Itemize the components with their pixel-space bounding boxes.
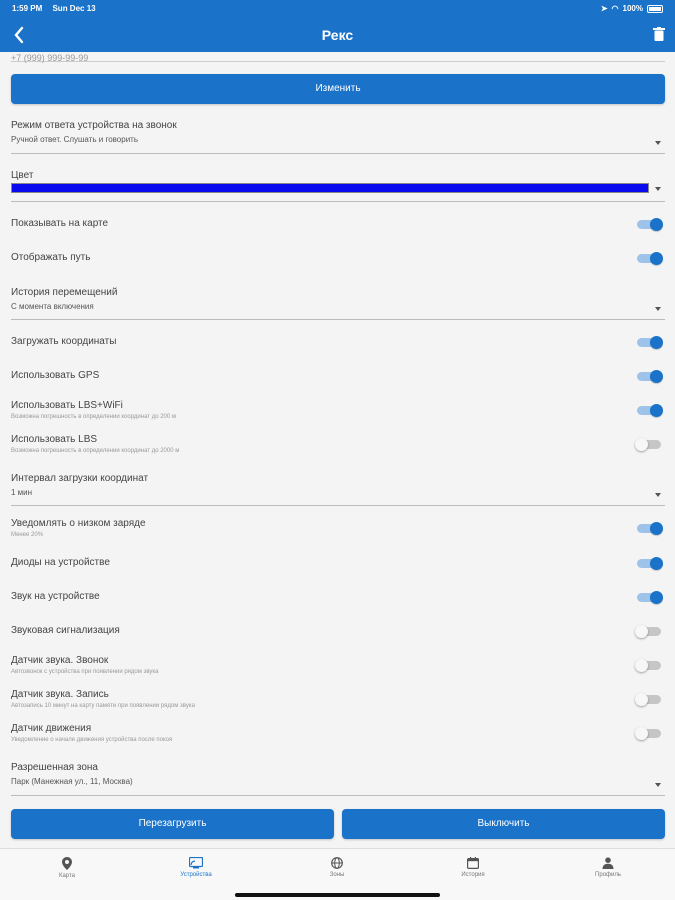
status-time: 1:59 PM xyxy=(12,4,43,13)
color-swatch xyxy=(11,183,649,193)
reboot-button[interactable]: Перезагрузить xyxy=(11,809,334,839)
chevron-down-icon xyxy=(655,493,661,497)
gps-toggle[interactable] xyxy=(637,370,663,383)
toggle-label: Использовать LBS xyxy=(11,434,98,445)
toggle-label: Датчик звука. Звонок xyxy=(11,655,109,666)
history-select[interactable]: История перемещений С момента включения xyxy=(11,287,665,320)
tab-label: История xyxy=(461,872,485,878)
toggle-row-lbs: Использовать LBS Возможна погрешность в … xyxy=(11,434,665,454)
change-button[interactable]: Изменить xyxy=(11,74,665,104)
toggle-sublabel: Уведомление о начале движения устройства… xyxy=(11,737,173,743)
tab-label: Карта xyxy=(58,873,76,879)
device-sound-toggle[interactable] xyxy=(637,591,663,604)
toggle-row-device-sound: Звук на устройстве xyxy=(11,591,665,604)
toggle-label: Использовать LBS+WiFi xyxy=(11,400,123,411)
show-path-toggle[interactable] xyxy=(637,252,663,265)
low-battery-toggle[interactable] xyxy=(637,522,663,535)
settings-content: +7 (999) 999-99-99 Изменить Режим ответа… xyxy=(0,52,675,848)
toggle-label: Датчик звука. Запись xyxy=(11,689,109,700)
zone-label: Разрешенная зона xyxy=(11,762,98,773)
globe-icon xyxy=(331,857,343,869)
toggle-row-motion: Датчик движения Уведомление о начале дви… xyxy=(11,723,665,743)
toggle-label: Звуковая сигнализация xyxy=(11,625,120,636)
delete-button[interactable] xyxy=(653,27,665,41)
status-date: Sun Dec 13 xyxy=(52,4,96,13)
answer-mode-label: Режим ответа устройства на звонок xyxy=(11,120,177,131)
toggle-label: Отображать путь xyxy=(11,252,91,263)
color-label: Цвет xyxy=(11,170,34,181)
toggle-row-sound-record: Датчик звука. Запись Автозапись 10 минут… xyxy=(11,689,665,709)
tab-label: Устройства xyxy=(180,872,212,878)
device-icon xyxy=(189,857,203,869)
lbs-wifi-toggle[interactable] xyxy=(637,404,663,417)
chevron-down-icon xyxy=(655,187,661,191)
toggle-sublabel: Автозвонок с устройства при появлении ря… xyxy=(11,669,159,675)
toggle-sublabel: Возможна погрешность в определении коорд… xyxy=(11,414,177,420)
location-icon: ➤ xyxy=(600,4,608,13)
phone-value: +7 (999) 999-99-99 xyxy=(11,53,89,63)
history-value: С момента включения xyxy=(11,302,94,311)
color-select[interactable]: Цвет xyxy=(11,170,665,202)
trash-icon xyxy=(653,27,665,41)
tab-devices[interactable]: Устройства xyxy=(141,857,251,878)
tab-map[interactable]: Карта xyxy=(12,857,122,879)
map-pin-icon xyxy=(62,857,72,870)
nav-bar: Рекс xyxy=(0,18,675,52)
history-label: История перемещений xyxy=(11,287,118,298)
wifi-icon: ◠ xyxy=(611,4,619,13)
toggle-row-lbs-wifi: Использовать LBS+WiFi Возможна погрешнос… xyxy=(11,400,665,420)
toggle-label: Использовать GPS xyxy=(11,370,100,381)
motion-toggle[interactable] xyxy=(635,727,661,740)
interval-value: 1 мин xyxy=(11,488,33,497)
toggle-label: Уведомлять о низком заряде xyxy=(11,518,146,529)
status-bar: 1:59 PM Sun Dec 13 ➤ ◠ 100% xyxy=(0,0,675,18)
lbs-toggle[interactable] xyxy=(635,438,661,451)
tab-profile[interactable]: Профиль xyxy=(553,857,663,878)
interval-select[interactable]: Интервал загрузки координат 1 мин xyxy=(11,473,665,506)
leds-toggle[interactable] xyxy=(637,557,663,570)
toggle-sublabel: Возможна погрешность в определении коорд… xyxy=(11,448,180,454)
chevron-down-icon xyxy=(655,141,661,145)
zone-select[interactable]: Разрешенная зона Парк (Манежная ул., 11,… xyxy=(11,762,665,796)
tab-history[interactable]: История xyxy=(418,857,528,878)
toggle-label: Датчик движения xyxy=(11,723,92,734)
sound-record-toggle[interactable] xyxy=(635,693,661,706)
toggle-row-gps: Использовать GPS xyxy=(11,370,665,383)
toggle-label: Загружать координаты xyxy=(11,336,117,347)
battery-percent: 100% xyxy=(622,4,643,13)
page-title: Рекс xyxy=(321,27,354,43)
chevron-down-icon xyxy=(655,307,661,311)
toggle-row-show-on-map: Показывать на карте xyxy=(11,218,665,231)
zone-value: Парк (Манежная ул., 11, Москва) xyxy=(11,777,133,786)
calendar-icon xyxy=(467,857,479,869)
toggle-sublabel: Менее 20% xyxy=(11,532,44,538)
toggle-label: Показывать на карте xyxy=(11,218,109,229)
toggle-row-show-path: Отображать путь xyxy=(11,252,665,265)
toggle-row-leds: Диоды на устройстве xyxy=(11,557,665,570)
person-icon xyxy=(602,857,614,869)
show-on-map-toggle[interactable] xyxy=(637,218,663,231)
interval-label: Интервал загрузки координат xyxy=(11,473,149,484)
tab-label: Зоны xyxy=(329,872,345,878)
toggle-row-low-battery: Уведомлять о низком заряде Менее 20% xyxy=(11,518,665,538)
answer-mode-value: Ручной ответ. Слушать и говорить xyxy=(11,135,138,144)
tab-label: Профиль xyxy=(595,872,621,878)
sound-alarm-toggle[interactable] xyxy=(635,625,661,638)
toggle-sublabel: Автозапись 10 минут на карту памяти при … xyxy=(11,703,195,709)
toggle-label: Диоды на устройстве xyxy=(11,557,110,568)
chevron-down-icon xyxy=(655,783,661,787)
load-coords-toggle[interactable] xyxy=(637,336,663,349)
toggle-row-sound-call: Датчик звука. Звонок Автозвонок с устрой… xyxy=(11,655,665,675)
toggle-row-load-coords: Загружать координаты xyxy=(11,336,665,349)
answer-mode-select[interactable]: Режим ответа устройства на звонок Ручной… xyxy=(11,120,665,154)
sound-call-toggle[interactable] xyxy=(635,659,661,672)
toggle-label: Звук на устройстве xyxy=(11,591,100,602)
home-indicator xyxy=(235,893,440,897)
phone-field[interactable]: +7 (999) 999-99-99 xyxy=(11,52,665,63)
battery-icon xyxy=(647,4,663,13)
tab-zones[interactable]: Зоны xyxy=(282,857,392,878)
power-off-button[interactable]: Выключить xyxy=(342,809,665,839)
toggle-row-sound-alarm: Звуковая сигнализация xyxy=(11,625,665,638)
